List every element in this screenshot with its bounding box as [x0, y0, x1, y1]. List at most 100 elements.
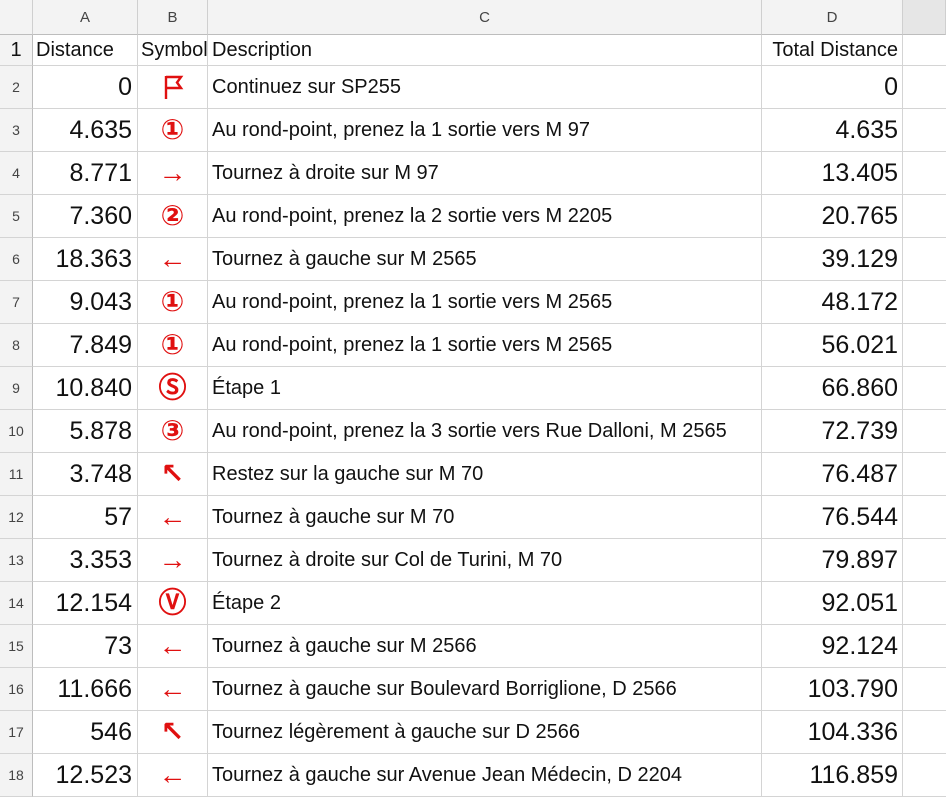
row-number[interactable]: 12 — [0, 496, 33, 539]
empty-cell[interactable] — [903, 195, 946, 238]
total-distance-cell[interactable]: 79.897 — [762, 539, 903, 582]
row-number[interactable]: 13 — [0, 539, 33, 582]
distance-cell[interactable]: 10.840 — [33, 367, 138, 410]
empty-cell[interactable] — [903, 410, 946, 453]
total-distance-cell[interactable]: 92.051 — [762, 582, 903, 625]
empty-cell[interactable] — [903, 625, 946, 668]
row-number[interactable]: 16 — [0, 668, 33, 711]
distance-cell[interactable]: 8.771 — [33, 152, 138, 195]
description-cell[interactable]: Tournez à gauche sur Boulevard Borriglio… — [208, 668, 762, 711]
symbol-cell[interactable]: ② — [138, 195, 208, 238]
description-cell[interactable]: Tournez légèrement à gauche sur D 2566 — [208, 711, 762, 754]
row-number[interactable]: 17 — [0, 711, 33, 754]
column-header-b[interactable]: B — [138, 0, 208, 35]
description-cell[interactable]: Tournez à gauche sur M 2565 — [208, 238, 762, 281]
empty-cell[interactable] — [903, 35, 946, 66]
distance-cell[interactable]: 12.154 — [33, 582, 138, 625]
empty-cell[interactable] — [903, 109, 946, 152]
empty-cell[interactable] — [903, 711, 946, 754]
total-distance-cell[interactable]: 56.021 — [762, 324, 903, 367]
symbol-cell[interactable] — [138, 66, 208, 109]
distance-cell[interactable]: 7.849 — [33, 324, 138, 367]
row-number[interactable]: 14 — [0, 582, 33, 625]
row-number[interactable]: 3 — [0, 109, 33, 152]
symbol-cell[interactable]: Ⓥ — [138, 582, 208, 625]
description-cell[interactable]: Tournez à gauche sur Avenue Jean Médecin… — [208, 754, 762, 797]
symbol-cell[interactable]: ① — [138, 324, 208, 367]
row-number[interactable]: 18 — [0, 754, 33, 797]
select-all-corner[interactable] — [0, 0, 33, 35]
total-distance-cell[interactable]: 4.635 — [762, 109, 903, 152]
distance-cell[interactable]: 5.878 — [33, 410, 138, 453]
distance-cell[interactable]: 9.043 — [33, 281, 138, 324]
empty-cell[interactable] — [903, 453, 946, 496]
symbol-cell[interactable]: ← — [138, 238, 208, 281]
total-distance-cell[interactable]: 20.765 — [762, 195, 903, 238]
distance-cell[interactable]: 0 — [33, 66, 138, 109]
empty-cell[interactable] — [903, 539, 946, 582]
empty-cell[interactable] — [903, 281, 946, 324]
symbol-cell[interactable]: Ⓢ — [138, 367, 208, 410]
distance-cell[interactable]: 546 — [33, 711, 138, 754]
total-distance-cell[interactable]: 72.739 — [762, 410, 903, 453]
description-cell[interactable]: Restez sur la gauche sur M 70 — [208, 453, 762, 496]
total-distance-cell[interactable]: 39.129 — [762, 238, 903, 281]
column-header-d[interactable]: D — [762, 0, 903, 35]
description-cell[interactable]: Tournez à gauche sur M 2566 — [208, 625, 762, 668]
distance-cell[interactable]: 4.635 — [33, 109, 138, 152]
symbol-cell[interactable]: ① — [138, 109, 208, 152]
description-cell[interactable]: Continuez sur SP255 — [208, 66, 762, 109]
header-description[interactable]: Description — [208, 35, 762, 66]
distance-cell[interactable]: 11.666 — [33, 668, 138, 711]
empty-cell[interactable] — [903, 324, 946, 367]
symbol-cell[interactable]: ← — [138, 496, 208, 539]
description-cell[interactable]: Tournez à droite sur Col de Turini, M 70 — [208, 539, 762, 582]
row-number[interactable]: 10 — [0, 410, 33, 453]
row-number[interactable]: 7 — [0, 281, 33, 324]
distance-cell[interactable]: 7.360 — [33, 195, 138, 238]
row-number[interactable]: 1 — [0, 35, 33, 66]
symbol-cell[interactable]: ← — [138, 668, 208, 711]
total-distance-cell[interactable]: 48.172 — [762, 281, 903, 324]
distance-cell[interactable]: 18.363 — [33, 238, 138, 281]
row-number[interactable]: 9 — [0, 367, 33, 410]
total-distance-cell[interactable]: 0 — [762, 66, 903, 109]
spreadsheet-grid[interactable]: A B C D 1 Distance Symbol Description To… — [0, 0, 946, 802]
empty-cell[interactable] — [903, 152, 946, 195]
symbol-cell[interactable]: → — [138, 152, 208, 195]
row-number[interactable]: 15 — [0, 625, 33, 668]
distance-cell[interactable]: 57 — [33, 496, 138, 539]
empty-cell[interactable] — [903, 66, 946, 109]
empty-cell[interactable] — [903, 582, 946, 625]
total-distance-cell[interactable]: 116.859 — [762, 754, 903, 797]
total-distance-cell[interactable]: 92.124 — [762, 625, 903, 668]
row-number[interactable]: 5 — [0, 195, 33, 238]
distance-cell[interactable]: 12.523 — [33, 754, 138, 797]
description-cell[interactable]: Au rond-point, prenez la 1 sortie vers M… — [208, 109, 762, 152]
total-distance-cell[interactable]: 103.790 — [762, 668, 903, 711]
description-cell[interactable]: Tournez à droite sur M 97 — [208, 152, 762, 195]
distance-cell[interactable]: 3.353 — [33, 539, 138, 582]
row-number[interactable]: 8 — [0, 324, 33, 367]
total-distance-cell[interactable]: 76.544 — [762, 496, 903, 539]
total-distance-cell[interactable]: 13.405 — [762, 152, 903, 195]
row-number[interactable]: 4 — [0, 152, 33, 195]
empty-cell[interactable] — [903, 367, 946, 410]
total-distance-cell[interactable]: 104.336 — [762, 711, 903, 754]
description-cell[interactable]: Étape 2 — [208, 582, 762, 625]
header-distance[interactable]: Distance — [33, 35, 138, 66]
symbol-cell[interactable]: ③ — [138, 410, 208, 453]
symbol-cell[interactable]: ← — [138, 625, 208, 668]
header-total-distance[interactable]: Total Distance — [762, 35, 903, 66]
description-cell[interactable]: Au rond-point, prenez la 1 sortie vers M… — [208, 281, 762, 324]
row-number[interactable]: 6 — [0, 238, 33, 281]
symbol-cell[interactable]: ← — [138, 754, 208, 797]
total-distance-cell[interactable]: 66.860 — [762, 367, 903, 410]
symbol-cell[interactable]: ↖ — [138, 453, 208, 496]
description-cell[interactable]: Au rond-point, prenez la 1 sortie vers M… — [208, 324, 762, 367]
header-symbol[interactable]: Symbol — [138, 35, 208, 66]
empty-cell[interactable] — [903, 754, 946, 797]
distance-cell[interactable]: 3.748 — [33, 453, 138, 496]
row-number[interactable]: 2 — [0, 66, 33, 109]
empty-cell[interactable] — [903, 496, 946, 539]
